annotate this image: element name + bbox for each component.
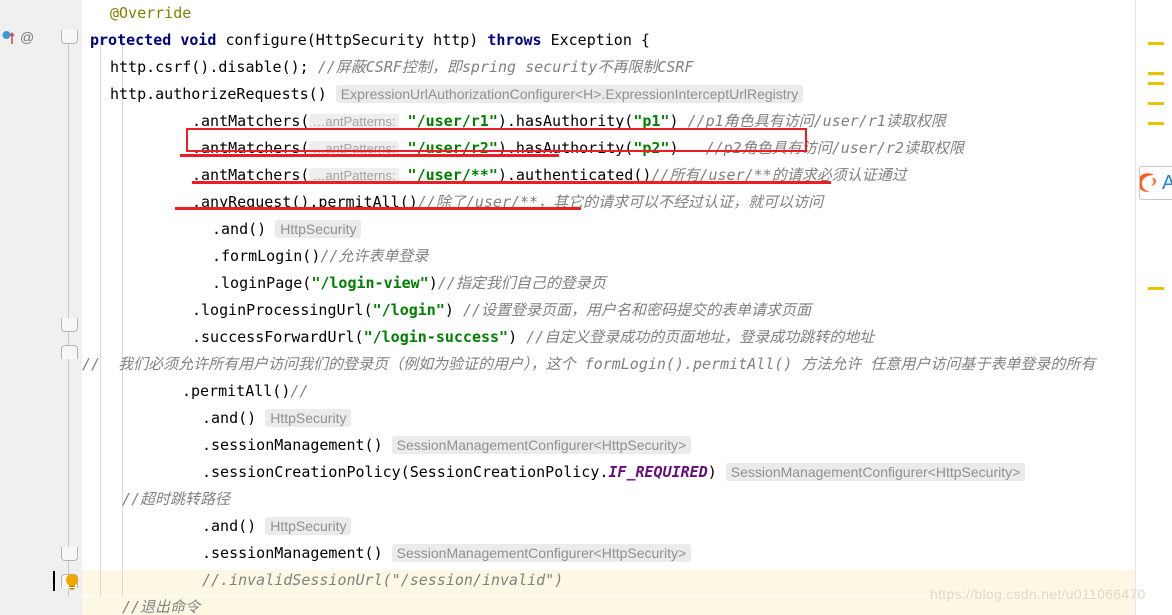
intention-bulb-icon[interactable] bbox=[64, 573, 80, 591]
code-token: .formLogin() bbox=[212, 247, 321, 265]
code-token: http.authorizeRequests() bbox=[110, 85, 336, 103]
code-token: .and() bbox=[212, 220, 276, 238]
code-token-stat: IF_REQUIRED bbox=[608, 463, 708, 481]
code-token-hint: SessionManagementConfigurer<HttpSecurity… bbox=[391, 436, 692, 454]
code-token-cmt: //屏蔽CSRF控制，即spring security不再限制CSRF bbox=[317, 58, 694, 76]
annotation-icon[interactable]: @ bbox=[20, 30, 34, 44]
code-line[interactable]: .loginProcessingUrl("/login") //设置登录页面，用… bbox=[82, 297, 1136, 324]
warning-marker[interactable] bbox=[1148, 82, 1164, 85]
code-token-cmt: //退出命令 bbox=[122, 598, 201, 615]
redbox-antmatchers-r1 bbox=[186, 128, 807, 152]
code-line[interactable]: .permitAll()// bbox=[82, 378, 1136, 405]
code-line[interactable]: .and() HttpSecurity bbox=[82, 216, 1136, 243]
code-token-cmt: //设置登录页面，用户名和密码提交的表单请求页面 bbox=[462, 301, 812, 319]
code-token-cmt: //自定义登录成功的页面地址，登录成功跳转的地址 bbox=[526, 328, 875, 346]
code-token-cmt: //允许表单登录 bbox=[320, 247, 429, 265]
code-line[interactable]: .anyRequest().permitAll()//除了/user/**，其它… bbox=[82, 189, 1136, 216]
code-token: ) bbox=[707, 463, 726, 481]
ime-mode-label[interactable]: A bbox=[1162, 173, 1172, 193]
text-caret bbox=[53, 571, 55, 591]
redline-anyrequest-permitall bbox=[175, 207, 581, 210]
code-token-hint: SessionManagementConfigurer<HttpSecurity… bbox=[725, 463, 1026, 481]
code-token-hint: HttpSecurity bbox=[265, 409, 352, 427]
fold-marker-start[interactable] bbox=[61, 30, 78, 44]
code-token-hint: SessionManagementConfigurer<HttpSecurity… bbox=[391, 544, 692, 562]
code-line[interactable]: http.csrf().disable(); //屏蔽CSRF控制，即sprin… bbox=[82, 54, 1136, 81]
warning-marker[interactable] bbox=[1148, 42, 1164, 45]
code-line[interactable]: http.authorizeRequests() ExpressionUrlAu… bbox=[82, 81, 1136, 108]
sogou-input-method-bar[interactable]: A bbox=[1139, 166, 1172, 200]
redline-antmatchers-wildcard bbox=[192, 181, 831, 184]
code-line[interactable]: .and() HttpSecurity bbox=[82, 513, 1136, 540]
code-token: .permitAll() bbox=[182, 382, 291, 400]
code-token: ) bbox=[428, 274, 438, 292]
code-token-kw: protected bbox=[90, 31, 181, 49]
sogou-logo-icon bbox=[1140, 173, 1157, 193]
warning-marker[interactable] bbox=[1148, 122, 1164, 125]
code-token-str: "/login" bbox=[372, 301, 445, 319]
code-token: .sessionCreationPolicy(SessionCreationPo… bbox=[202, 463, 609, 481]
code-token-str: "/login-success" bbox=[363, 328, 509, 346]
code-token: .loginProcessingUrl( bbox=[192, 301, 373, 319]
code-line[interactable]: //超时跳转路径 bbox=[82, 486, 1136, 513]
code-line[interactable]: .and() HttpSecurity bbox=[82, 405, 1136, 432]
redline-antmatchers-r2 bbox=[180, 154, 559, 157]
code-token-hint: ExpressionUrlAuthorizationConfigurer<H>.… bbox=[335, 85, 804, 103]
code-token: Exception { bbox=[550, 31, 650, 49]
fold-marker-inner-end[interactable] bbox=[61, 345, 78, 359]
editor-window: @ @Override protected void configure(Http… bbox=[0, 0, 1172, 615]
code-token-kw: void bbox=[180, 31, 226, 49]
code-line[interactable]: @Override bbox=[82, 0, 1136, 27]
fold-marker-lower-start[interactable] bbox=[61, 547, 78, 561]
code-line[interactable]: .sessionManagement() SessionManagementCo… bbox=[82, 540, 1136, 567]
warning-marker[interactable] bbox=[1148, 287, 1164, 290]
code-line[interactable]: .antMatchers(…antPatterns: "/user/**").a… bbox=[82, 162, 1136, 189]
code-token-hint: HttpSecurity bbox=[275, 220, 362, 238]
code-token: .successForwardUrl( bbox=[192, 328, 364, 346]
code-token-cmt: //.invalidSessionUrl("/session/invalid") bbox=[202, 571, 564, 589]
code-line[interactable]: // 我们必须允许所有用户访问我们的登录页（例如为验证的用户），这个 formL… bbox=[82, 351, 1136, 378]
code-token: .and() bbox=[202, 517, 266, 535]
code-line[interactable]: .sessionManagement() SessionManagementCo… bbox=[82, 432, 1136, 459]
fold-region-line bbox=[68, 36, 69, 596]
editor-gutter[interactable]: @ bbox=[0, 0, 57, 615]
override-method-icon[interactable] bbox=[2, 30, 16, 46]
code-line[interactable]: .sessionCreationPolicy(SessionCreationPo… bbox=[82, 459, 1136, 486]
warning-marker[interactable] bbox=[1148, 72, 1164, 75]
code-line[interactable]: .formLogin()//允许表单登录 bbox=[82, 243, 1136, 270]
code-token: http.csrf().disable(); bbox=[110, 58, 318, 76]
code-token-cmt: // 我们必须允许所有用户访问我们的登录页（例如为验证的用户），这个 formL… bbox=[82, 355, 1096, 373]
code-token-ann: @Override bbox=[110, 4, 192, 22]
code-token-cmt: // bbox=[290, 382, 309, 400]
code-token: .and() bbox=[202, 409, 266, 427]
code-line[interactable]: .successForwardUrl("/login-success") //自… bbox=[82, 324, 1136, 351]
code-token-cmt: //指定我们自己的登录页 bbox=[437, 274, 606, 292]
code-token-str: "/login-view" bbox=[311, 274, 429, 292]
error-stripe-scrollbar[interactable] bbox=[1135, 0, 1172, 615]
code-token: configure(HttpSecurity http) bbox=[225, 31, 488, 49]
code-line[interactable]: protected void configure(HttpSecurity ht… bbox=[82, 27, 1136, 54]
code-token-cmt: //超时跳转路径 bbox=[122, 490, 231, 508]
fold-marker-inner-start[interactable] bbox=[61, 318, 78, 332]
code-token-kw: throws bbox=[487, 31, 551, 49]
code-line[interactable]: .loginPage("/login-view")//指定我们自己的登录页 bbox=[82, 270, 1136, 297]
warning-marker[interactable] bbox=[1148, 102, 1164, 105]
code-token-param: …antPatterns: bbox=[309, 114, 399, 129]
code-folding-column[interactable] bbox=[56, 0, 82, 615]
code-text-area[interactable]: @Override protected void configure(HttpSe… bbox=[82, 0, 1136, 615]
code-token-hint: HttpSecurity bbox=[265, 517, 352, 535]
code-token: .sessionManagement() bbox=[202, 436, 392, 454]
code-token: .sessionManagement() bbox=[202, 544, 392, 562]
code-token: ) bbox=[444, 301, 463, 319]
code-token: ) bbox=[508, 328, 527, 346]
code-token: .loginPage( bbox=[212, 274, 312, 292]
watermark-text: https://blog.csdn.net/u011066470 bbox=[930, 586, 1146, 602]
